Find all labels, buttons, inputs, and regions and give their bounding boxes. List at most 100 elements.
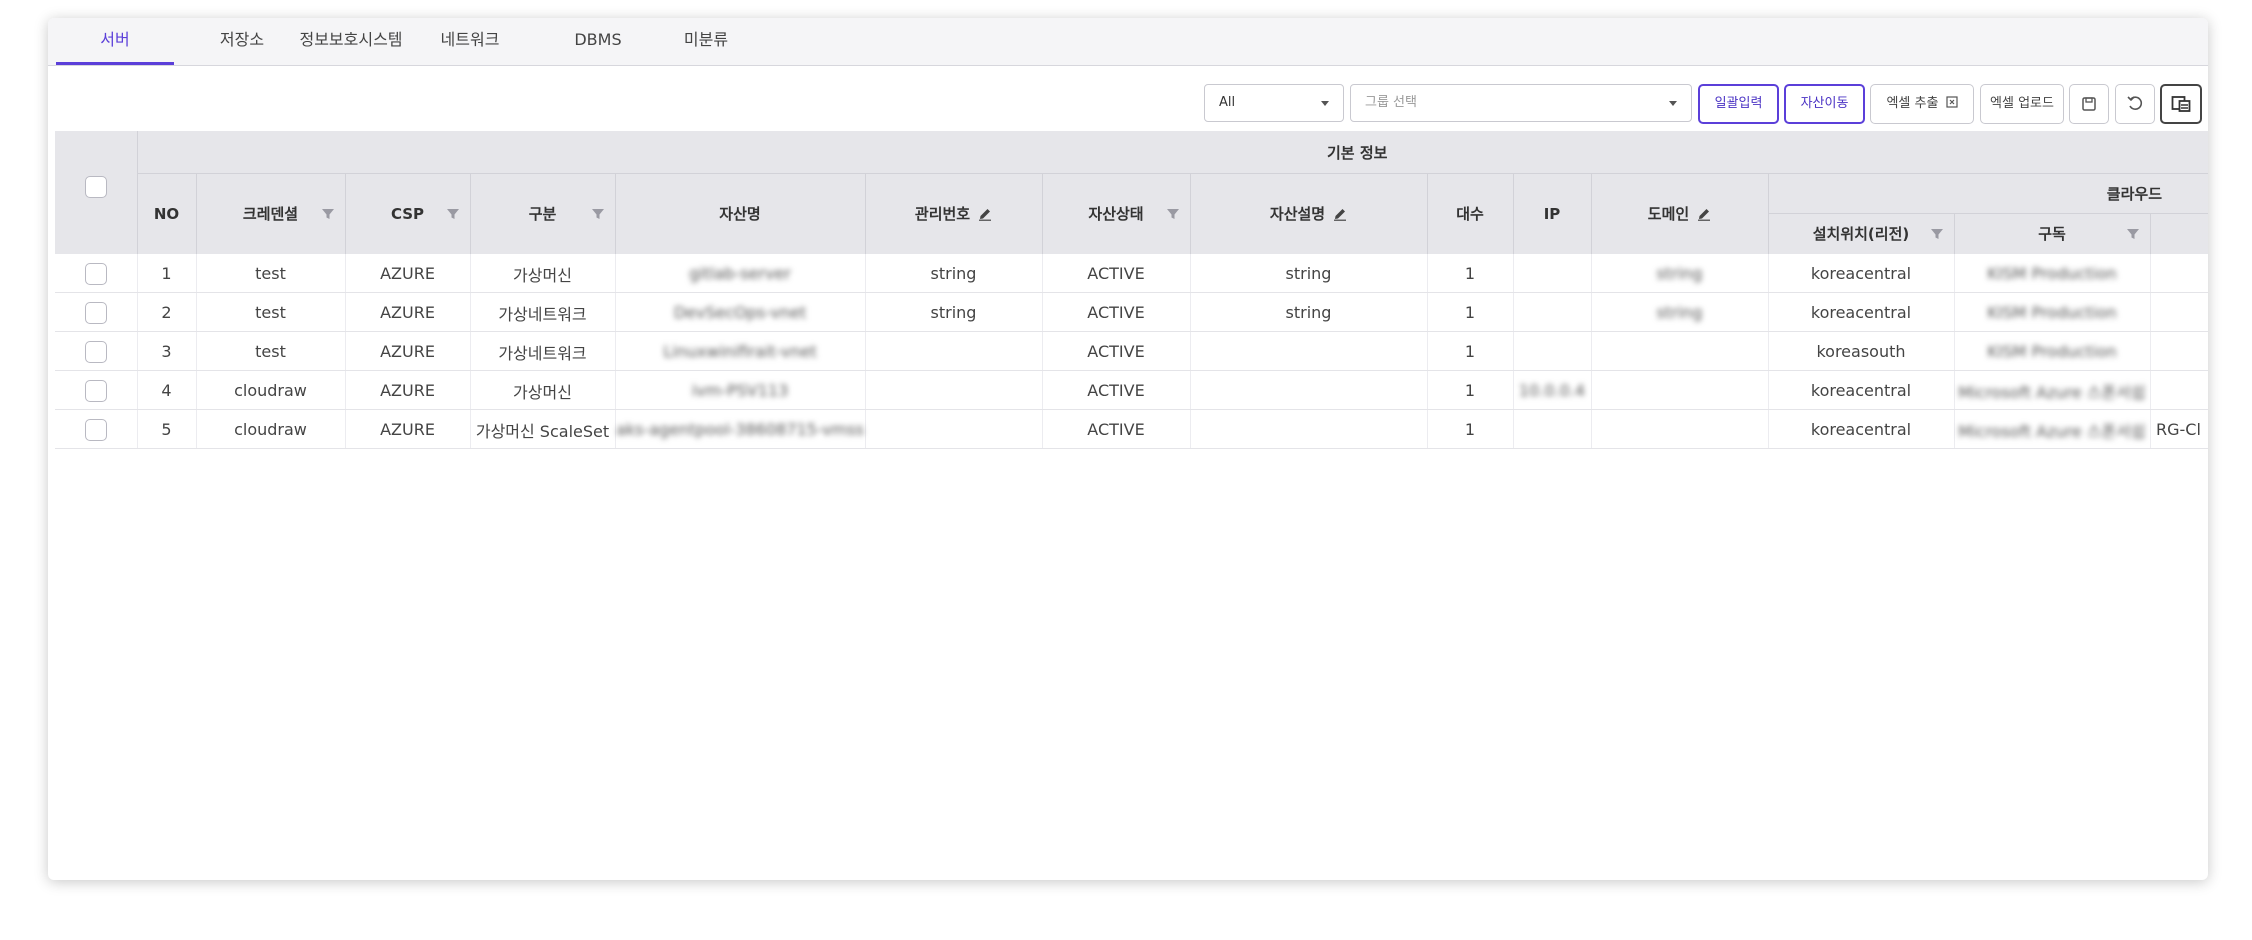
cell-region: koreacentral [1810,420,1912,439]
col-credential[interactable]: 크레덴셜 [196,173,345,254]
col-csp[interactable]: CSP [345,173,470,254]
col-region-label: 설치위치(리전) [1812,225,1910,243]
cell-asset-name: DevSecOps-vnet [673,303,807,322]
cell-ip [1513,254,1591,293]
cell-count: 1 [1464,420,1476,439]
filter-icon[interactable] [1166,207,1180,221]
chevron-down-icon [1669,101,1677,106]
tab-server[interactable]: 서버 [56,18,174,65]
cell-credential: test [255,264,286,283]
cell-region: koreacentral [1810,303,1912,322]
cell-status: ACTIVE [1087,342,1145,361]
cell-status: ACTIVE [1087,264,1145,283]
cell-status: ACTIVE [1087,381,1145,400]
select-all-checkbox[interactable] [85,175,107,198]
cell-subscription: KISM Production [1987,342,2117,361]
col-asset-status[interactable]: 자산상태 [1042,173,1190,254]
cell-manage-no [865,371,1042,410]
row-checkbox[interactable] [85,340,107,363]
save-icon [2082,97,2096,111]
excel-export-button[interactable]: 엑셀 추출 [1870,84,1974,124]
cell-credential: cloudraw [234,420,307,439]
col-subscription[interactable]: 구독 [1954,213,2150,254]
col-count: 대수 [1456,205,1484,223]
cell-domain [1591,371,1768,410]
cell-subscription: KISM Production [1987,264,2117,283]
filter-icon[interactable] [2126,227,2140,241]
cell-csp: AZURE [380,420,435,439]
filter-icon[interactable] [446,207,460,221]
cell-no: 3 [161,342,172,361]
table-row[interactable]: 2 test AZURE 가상네트워크 DevSecOps-vnet string ACTI… [55,293,2208,332]
col-asset-name: 자산명 [719,205,761,223]
filter-icon[interactable] [591,207,605,221]
cell-no: 4 [161,381,172,400]
bulk-input-button[interactable]: 일괄입력 [1698,84,1779,124]
column-settings-button[interactable] [2160,84,2202,124]
cell-csp: AZURE [380,381,435,400]
cell-extra: RG-Cl [2156,420,2201,439]
cell-status: ACTIVE [1087,420,1145,439]
col-asset-status-label: 자산상태 [1088,205,1144,223]
row-select-cell [55,293,137,332]
group-select-placeholder: 그룹 선택 [1365,95,1417,110]
cell-manage-no: string [930,264,977,283]
tab-network[interactable]: 네트워크 [428,18,512,65]
col-credential-label: 크레덴셜 [242,205,299,223]
cell-type: 가상네트워크 [498,304,587,324]
col-subscription-label: 구독 [2038,225,2066,243]
table-row[interactable]: 3 test AZURE 가상네트워크 Linuxwinifirait-vnet ACTI… [55,332,2208,371]
cell-manage-no: string [930,303,977,322]
table-row[interactable]: 1 test AZURE 가상머신 gitlab-server string ACTIVE s… [55,254,2208,293]
category-tabs: 서버 저장소 정보보호시스템 네트워크 DBMS 미분류 [48,18,2208,66]
cell-count: 1 [1464,303,1476,322]
cell-ip: 10.0.0.4 [1518,381,1586,400]
col-csp-label: CSP [390,204,425,223]
cell-type: 가상머신 ScaleSet [475,421,610,441]
row-checkbox[interactable] [85,379,107,402]
cell-subscription: Microsoft Azure 스폰서쉽 [1958,421,2146,441]
cell-desc: string [1285,303,1332,322]
tab-unclassified[interactable]: 미분류 [658,18,754,65]
table-row[interactable]: 4 cloudraw AZURE 가상머신 ivm-PSV113 ACTIVE 1 10.0.… [55,371,2208,410]
group-select[interactable]: 그룹 선택 [1350,84,1692,122]
group-header-cloud: 클라우드 [2106,184,2162,203]
scope-select-value: All [1219,95,1236,110]
excel-export-label: 엑셀 추출 [1886,96,1939,111]
scope-select[interactable]: All [1204,84,1344,122]
cell-region: koreacentral [1810,264,1912,283]
asset-table: 기본 정보 NO 크레덴셜 CSP 구분 자산명 관리번호 자산상태 자산설명 … [55,131,2208,880]
row-select-cell [55,371,137,410]
cell-credential: test [255,303,286,322]
filter-icon[interactable] [321,207,335,221]
cell-subscription: Microsoft Azure 스폰서쉽 [1958,382,2146,402]
cell-type: 가상네트워크 [498,343,587,363]
cell-desc [1190,410,1427,449]
tab-storage[interactable]: 저장소 [200,18,284,65]
tab-security-system[interactable]: 정보보호시스템 [295,18,407,65]
filter-icon[interactable] [1930,227,1944,241]
col-region[interactable]: 설치위치(리전) [1768,213,1954,254]
cell-desc [1190,332,1427,371]
save-button[interactable] [2069,84,2109,124]
col-manage-no: 관리번호 [865,173,1042,254]
cell-ip [1513,293,1591,332]
table-row[interactable]: 5 cloudraw AZURE 가상머신 ScaleSet aks-agentpool… [55,410,2208,449]
reset-button[interactable] [2115,84,2155,124]
col-type[interactable]: 구분 [470,173,615,254]
asset-move-button[interactable]: 자산이동 [1784,84,1865,124]
row-checkbox[interactable] [85,301,107,324]
row-checkbox[interactable] [85,418,107,441]
pencil-icon [1333,207,1347,221]
col-asset-desc-label: 자산설명 [1269,205,1326,223]
cell-asset-name: ivm-PSV113 [691,381,789,400]
row-checkbox[interactable] [85,262,107,285]
cell-no: 1 [161,264,172,283]
cell-no: 5 [161,420,172,439]
tab-dbms[interactable]: DBMS [558,18,638,65]
cell-manage-no [865,332,1042,371]
asset-panel: 서버 저장소 정보보호시스템 네트워크 DBMS 미분류 All 그룹 선택 일… [48,18,2208,880]
excel-upload-button[interactable]: 엑셀 업로드 [1980,84,2064,124]
cell-credential: cloudraw [234,381,307,400]
col-ip: IP [1543,204,1561,223]
